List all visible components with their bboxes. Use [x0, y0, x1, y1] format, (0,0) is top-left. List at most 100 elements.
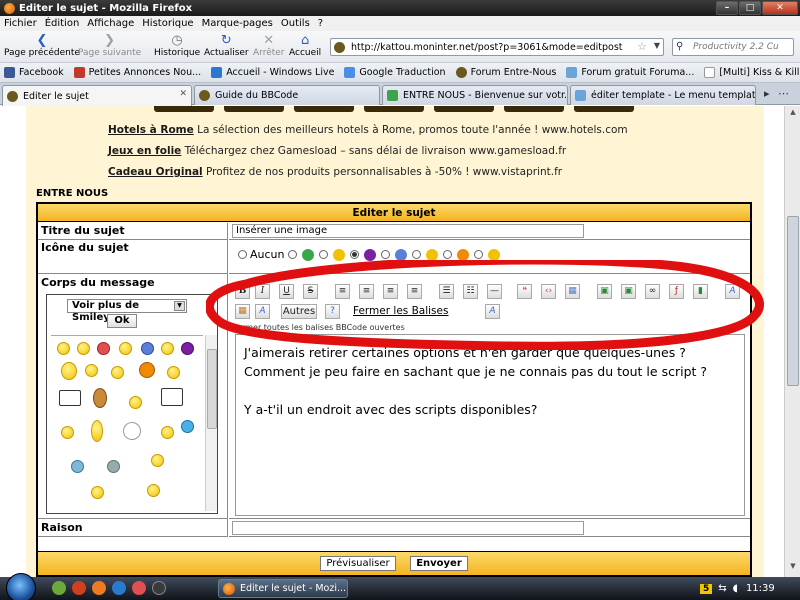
nav-image-button[interactable]	[154, 106, 214, 112]
bookmark-google-traduction[interactable]: Google Traduction	[340, 67, 451, 78]
scrollbar-thumb[interactable]	[207, 349, 217, 429]
align-left-icon[interactable]: ≡	[335, 284, 350, 299]
tab-close-icon[interactable]: ✕	[179, 89, 187, 99]
taskbar-firefox-button[interactable]: Editer le sujet - Mozi...	[218, 579, 348, 598]
nav-image-button[interactable]	[434, 106, 494, 112]
icon-radio-selected[interactable]	[349, 250, 359, 259]
icon-radio[interactable]	[473, 250, 483, 259]
bookmark-facebook[interactable]: Facebook	[0, 67, 70, 78]
italic-button[interactable]: I	[255, 284, 270, 299]
nav-image-button[interactable]	[574, 106, 634, 112]
icon-radio[interactable]	[442, 250, 452, 259]
font-size-icon[interactable]: A	[255, 304, 270, 319]
dancing-smiley-icon[interactable]	[93, 388, 107, 408]
smiley-icon[interactable]	[61, 426, 74, 439]
bookmark-windows-live[interactable]: Accueil - Windows Live	[207, 67, 340, 78]
underline-button[interactable]: U	[279, 284, 294, 299]
send-button[interactable]: Envoyer	[410, 556, 468, 571]
tab-list-arrow-icon[interactable]: ▸	[764, 87, 770, 100]
nav-image-button[interactable]	[504, 106, 564, 112]
icon-radio[interactable]	[318, 250, 328, 259]
running-smiley-icon[interactable]	[147, 484, 160, 497]
smiley-icon[interactable]	[77, 342, 90, 355]
clear-format-icon[interactable]: A	[485, 304, 500, 319]
bold-button[interactable]: B	[235, 284, 250, 299]
tray-badge[interactable]: 5	[700, 583, 713, 594]
angry-smiley-icon[interactable]	[97, 342, 110, 355]
menu-affichage[interactable]: Affichage	[83, 18, 138, 29]
ie-quicklaunch-icon[interactable]	[112, 581, 126, 595]
smilies-scrollbar[interactable]	[205, 335, 217, 511]
nav-image-button[interactable]	[294, 106, 354, 112]
tab-editer-le-sujet[interactable]: Editer le sujet ✕	[2, 85, 192, 106]
message-textarea[interactable]: J'aimerais retirer certaines options et …	[235, 334, 745, 516]
new-tab-icon[interactable]: ⋯	[778, 87, 789, 100]
strike-button[interactable]: S	[303, 284, 318, 299]
menu-edition[interactable]: Édition	[41, 18, 84, 29]
network-icon[interactable]: ⇆	[718, 583, 726, 594]
quicklaunch-app-icon[interactable]	[152, 581, 166, 595]
blue-smiley-icon[interactable]	[141, 342, 154, 355]
smiley-icon[interactable]	[111, 366, 124, 379]
url-bar[interactable]: http://kattou.moninter.net/post?p=3061&m…	[330, 38, 664, 56]
nav-image-button[interactable]	[224, 106, 284, 112]
bookmark-petites-annonces[interactable]: Petites Annonces Nou...	[70, 67, 208, 78]
flower-smiley-icon[interactable]	[123, 422, 141, 440]
scared-smiley-icon[interactable]	[61, 362, 77, 380]
tab-entre-nous[interactable]: ENTRE NOUS - Bienvenue sur votr...	[382, 85, 568, 105]
volume-icon[interactable]: ◖	[733, 583, 738, 594]
code-icon[interactable]: ‹›	[541, 284, 556, 299]
bullet-list-icon[interactable]: ☰	[439, 284, 454, 299]
clock[interactable]: 11:39	[746, 583, 775, 594]
justify-icon[interactable]: ≡	[407, 284, 422, 299]
numbered-list-icon[interactable]: ☷	[463, 284, 478, 299]
bookmark-forum-gratuit[interactable]: Forum gratuit Foruma...	[562, 67, 700, 78]
menu-outils[interactable]: Outils	[277, 18, 314, 29]
lol-sign-smiley-icon[interactable]	[59, 390, 81, 406]
smiley-icon[interactable]	[161, 342, 174, 355]
tab-editer-template[interactable]: éditer template - Le menu templat...	[570, 85, 756, 105]
home-button[interactable]: ⌂ Accueil	[289, 33, 321, 58]
link-icon[interactable]: ∞	[645, 284, 660, 299]
purple-smiley-icon[interactable]	[181, 342, 194, 355]
grey-smiley-icon[interactable]	[107, 460, 120, 473]
video-icon[interactable]: ▮	[693, 284, 708, 299]
page-scrollbar[interactable]: ▲ ▼	[784, 106, 800, 577]
url-dropdown-icon[interactable]: ▼	[654, 41, 660, 50]
menu-help[interactable]: ?	[314, 18, 327, 29]
tab-guide-bbcode[interactable]: Guide du BBCode	[194, 85, 380, 105]
quicklaunch-app-icon[interactable]	[132, 581, 146, 595]
wild-smiley-icon[interactable]	[139, 362, 155, 378]
quicklaunch-app-icon[interactable]	[72, 581, 86, 595]
minimize-button[interactable]: –	[716, 1, 738, 15]
icon-radio-none[interactable]	[238, 250, 247, 259]
forward-button[interactable]: ❯ Page suivante	[78, 33, 141, 58]
ad-link[interactable]: Hotels à Rome	[108, 124, 194, 136]
close-button[interactable]: ✕	[762, 1, 798, 15]
align-right-icon[interactable]: ≡	[383, 284, 398, 299]
search-input[interactable]: ⚲ Productivity 2.2 Cu	[672, 38, 794, 56]
ad-link[interactable]: Jeux en folie	[108, 145, 181, 157]
align-center-icon[interactable]: ≡	[359, 284, 374, 299]
scroll-up-icon[interactable]: ▲	[787, 108, 799, 120]
smilies-ok-button[interactable]: Ok	[107, 314, 137, 328]
show-desktop-icon[interactable]	[52, 581, 66, 595]
back-button[interactable]: ❮ Page précédente	[4, 33, 80, 58]
horizontal-rule-icon[interactable]: —	[487, 284, 502, 299]
table-icon[interactable]: ▦	[565, 284, 580, 299]
scroll-down-icon[interactable]: ▼	[787, 562, 799, 574]
bookmark-forum-entre-nous[interactable]: Forum Entre-Nous	[452, 67, 563, 78]
icon-radio[interactable]	[380, 250, 390, 259]
bookmark-kiss-kill[interactable]: [Multi] Kiss & Kill [TRU...	[700, 67, 800, 78]
reload-button[interactable]: ↻ Actualiser	[204, 33, 249, 58]
menu-marque-pages[interactable]: Marque-pages	[198, 18, 277, 29]
scrollbar-thumb[interactable]	[787, 216, 799, 386]
font-style-icon[interactable]: A	[725, 284, 740, 299]
smilies-select[interactable]: Voir plus de Smileys ▼	[67, 299, 187, 323]
nav-image-button[interactable]	[364, 106, 424, 112]
subject-input[interactable]: Insérer une image	[232, 224, 584, 238]
bookmark-star-icon[interactable]: ☆	[637, 40, 647, 53]
flash-icon[interactable]: ƒ	[669, 284, 684, 299]
quote-icon[interactable]: ❝	[517, 284, 532, 299]
menu-fichier[interactable]: Fichier	[0, 18, 41, 29]
